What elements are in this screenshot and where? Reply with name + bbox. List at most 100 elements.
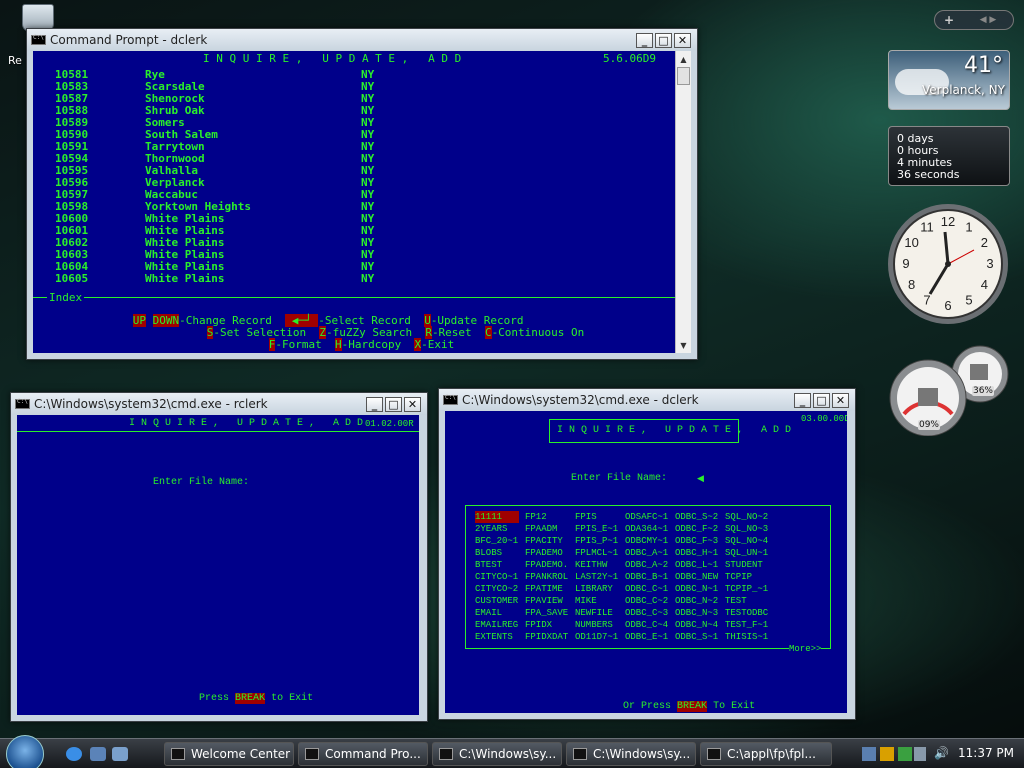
gadget-nav-arrows[interactable]: ◀ ▶: [963, 15, 1013, 25]
file-name-cell[interactable]: BLOBS: [475, 547, 502, 559]
file-name-cell[interactable]: ODBC_H~1: [675, 547, 718, 559]
minimize-button[interactable]: _: [636, 32, 653, 48]
file-name-cell[interactable]: FP12: [525, 511, 547, 523]
file-name-cell[interactable]: ODBC_A~2: [625, 559, 668, 571]
taskbar-item[interactable]: C:\Windows\sy...: [432, 742, 562, 766]
file-name-cell[interactable]: ODSAFC~1: [625, 511, 668, 523]
cmd-window-dclerk[interactable]: C:\Windows\system32\cmd.exe - dclerk _ □…: [438, 388, 856, 720]
file-name-cell[interactable]: FPANKROL: [525, 571, 568, 583]
file-name-cell[interactable]: FPA_SAVE: [525, 607, 568, 619]
window-titlebar[interactable]: C:\Windows\system32\cmd.exe - dclerk _ □…: [439, 389, 855, 411]
file-name-cell[interactable]: FPADEMO.: [525, 559, 568, 571]
file-name-cell[interactable]: NUMBERS: [575, 619, 613, 631]
file-name-cell[interactable]: 2YEARS: [475, 523, 507, 535]
scroll-thumb[interactable]: [677, 67, 690, 85]
file-name-cell[interactable]: LIBRARY: [575, 583, 613, 595]
file-name-cell[interactable]: NEWFILE: [575, 607, 613, 619]
close-button[interactable]: ✕: [832, 392, 849, 408]
console-area[interactable]: I N Q U I R E , U P D A T E , A D D 5.6.…: [33, 51, 675, 353]
file-name-cell[interactable]: FPAADM: [525, 523, 557, 535]
file-name-cell[interactable]: ODBC_N~3: [675, 607, 718, 619]
file-name-cell[interactable]: CUSTOMER: [475, 595, 518, 607]
file-name-cell[interactable]: FPIDX: [525, 619, 552, 631]
key-up[interactable]: UP: [132, 314, 146, 327]
clock-gadget[interactable]: 12 1 2 3 4 5 6 7 8 9 10 11: [886, 202, 1010, 326]
file-name-cell[interactable]: FPIDXDAT: [525, 631, 568, 643]
taskbar-item[interactable]: C:\appl\fp\fpl...: [700, 742, 832, 766]
file-name-cell[interactable]: FPADEMO: [525, 547, 563, 559]
maximize-button[interactable]: □: [655, 32, 672, 48]
file-name-cell[interactable]: SQL_NO~4: [725, 535, 768, 547]
file-name-cell[interactable]: TESTODBC: [725, 607, 768, 619]
file-name-cell[interactable]: TEST_F~1: [725, 619, 768, 631]
taskbar-item[interactable]: C:\Windows\sy...: [566, 742, 696, 766]
file-name-cell[interactable]: LAST2Y~1: [575, 571, 618, 583]
file-name-cell[interactable]: ODBC_S~2: [675, 511, 718, 523]
taskbar-item[interactable]: Welcome Center: [164, 742, 294, 766]
file-name-cell[interactable]: CITYCO~1: [475, 571, 518, 583]
switch-windows-icon[interactable]: [112, 747, 128, 761]
file-name-cell[interactable]: TCPIP_~1: [725, 583, 768, 595]
file-name-cell[interactable]: ODBC_L~1: [675, 559, 718, 571]
vertical-scrollbar[interactable]: ▲ ▼: [675, 51, 691, 353]
file-name-cell[interactable]: ODBCMY~1: [625, 535, 668, 547]
file-name-cell[interactable]: FPIS_E~1: [575, 523, 618, 535]
console-area[interactable]: I N Q U I R E , U P D A T E , A D D 01.0…: [17, 415, 419, 715]
key-c[interactable]: C: [484, 326, 492, 339]
file-name-cell[interactable]: OD11D7~1: [575, 631, 618, 643]
internet-explorer-icon[interactable]: [66, 747, 82, 761]
more-link[interactable]: More>>: [789, 643, 822, 655]
file-name-cell[interactable]: SQL_NO~2: [725, 511, 768, 523]
file-name-cell[interactable]: TCPIP: [725, 571, 752, 583]
file-name-cell[interactable]: 11111: [475, 511, 519, 523]
file-name-cell[interactable]: STUDENT: [725, 559, 763, 571]
file-name-cell[interactable]: FPLMCL~1: [575, 547, 618, 559]
file-name-cell[interactable]: ODBC_C~2: [625, 595, 668, 607]
file-name-cell[interactable]: ODBC_E~1: [625, 631, 668, 643]
console-area[interactable]: I N Q U I R E , U P D A T E , A D D 03.0…: [445, 411, 847, 713]
weather-gadget[interactable]: 41° Verplanck, NY: [888, 50, 1010, 110]
key-h[interactable]: H: [334, 338, 342, 351]
file-name-cell[interactable]: ODBC_S~1: [675, 631, 718, 643]
minimize-button[interactable]: _: [366, 396, 383, 412]
file-name-cell[interactable]: FPATIME: [525, 583, 563, 595]
cmd-window-rclerk[interactable]: C:\Windows\system32\cmd.exe - rclerk _ □…: [10, 392, 428, 722]
maximize-button[interactable]: □: [385, 396, 402, 412]
scroll-down-icon[interactable]: ▼: [676, 337, 691, 353]
start-button[interactable]: [6, 735, 44, 768]
file-name-cell[interactable]: ODBC_F~2: [675, 523, 718, 535]
file-name-cell[interactable]: ODBC_A~1: [625, 547, 668, 559]
file-name-cell[interactable]: ODBC_C~1: [625, 583, 668, 595]
add-gadget-button[interactable]: +: [935, 13, 963, 27]
file-name-cell[interactable]: THISIS~1: [725, 631, 768, 643]
command-prompt-window-dclerk[interactable]: Command Prompt - dclerk _ □ ✕ I N Q U I …: [26, 28, 698, 360]
file-name-cell[interactable]: ODA364~1: [625, 523, 668, 535]
close-button[interactable]: ✕: [404, 396, 421, 412]
volume-icon[interactable]: 🔊: [934, 746, 949, 760]
close-button[interactable]: ✕: [674, 32, 691, 48]
file-name-cell[interactable]: EXTENTS: [475, 631, 513, 643]
file-name-cell[interactable]: BTEST: [475, 559, 502, 571]
clock-time[interactable]: 11:37 PM: [958, 746, 1014, 760]
tray-icons[interactable]: [862, 747, 926, 761]
break-key[interactable]: BREAK: [677, 701, 708, 712]
show-desktop-icon[interactable]: [90, 747, 106, 761]
file-name-cell[interactable]: FPAVIEW: [525, 595, 563, 607]
scroll-up-icon[interactable]: ▲: [676, 51, 691, 67]
file-name-cell[interactable]: ODBC_F~3: [675, 535, 718, 547]
file-name-cell[interactable]: ODBC_N~4: [675, 619, 718, 631]
break-key[interactable]: BREAK: [235, 693, 266, 704]
file-name-cell[interactable]: CITYCO~2: [475, 583, 518, 595]
file-name-cell[interactable]: ODBC_C~3: [625, 607, 668, 619]
file-name-cell[interactable]: KEITHW: [575, 559, 607, 571]
file-name-cell[interactable]: ODBC_NEW: [675, 571, 718, 583]
file-name-cell[interactable]: EMAIL: [475, 607, 502, 619]
window-titlebar[interactable]: C:\Windows\system32\cmd.exe - rclerk _ □…: [11, 393, 427, 415]
file-name-cell[interactable]: FPIS_P~1: [575, 535, 618, 547]
file-name-cell[interactable]: ODBC_N~2: [675, 595, 718, 607]
maximize-button[interactable]: □: [813, 392, 830, 408]
file-name-cell[interactable]: SQL_UN~1: [725, 547, 768, 559]
file-name-cell[interactable]: BFC_20~1: [475, 535, 518, 547]
file-name-cell[interactable]: ODBC_N~1: [675, 583, 718, 595]
minimize-button[interactable]: _: [794, 392, 811, 408]
